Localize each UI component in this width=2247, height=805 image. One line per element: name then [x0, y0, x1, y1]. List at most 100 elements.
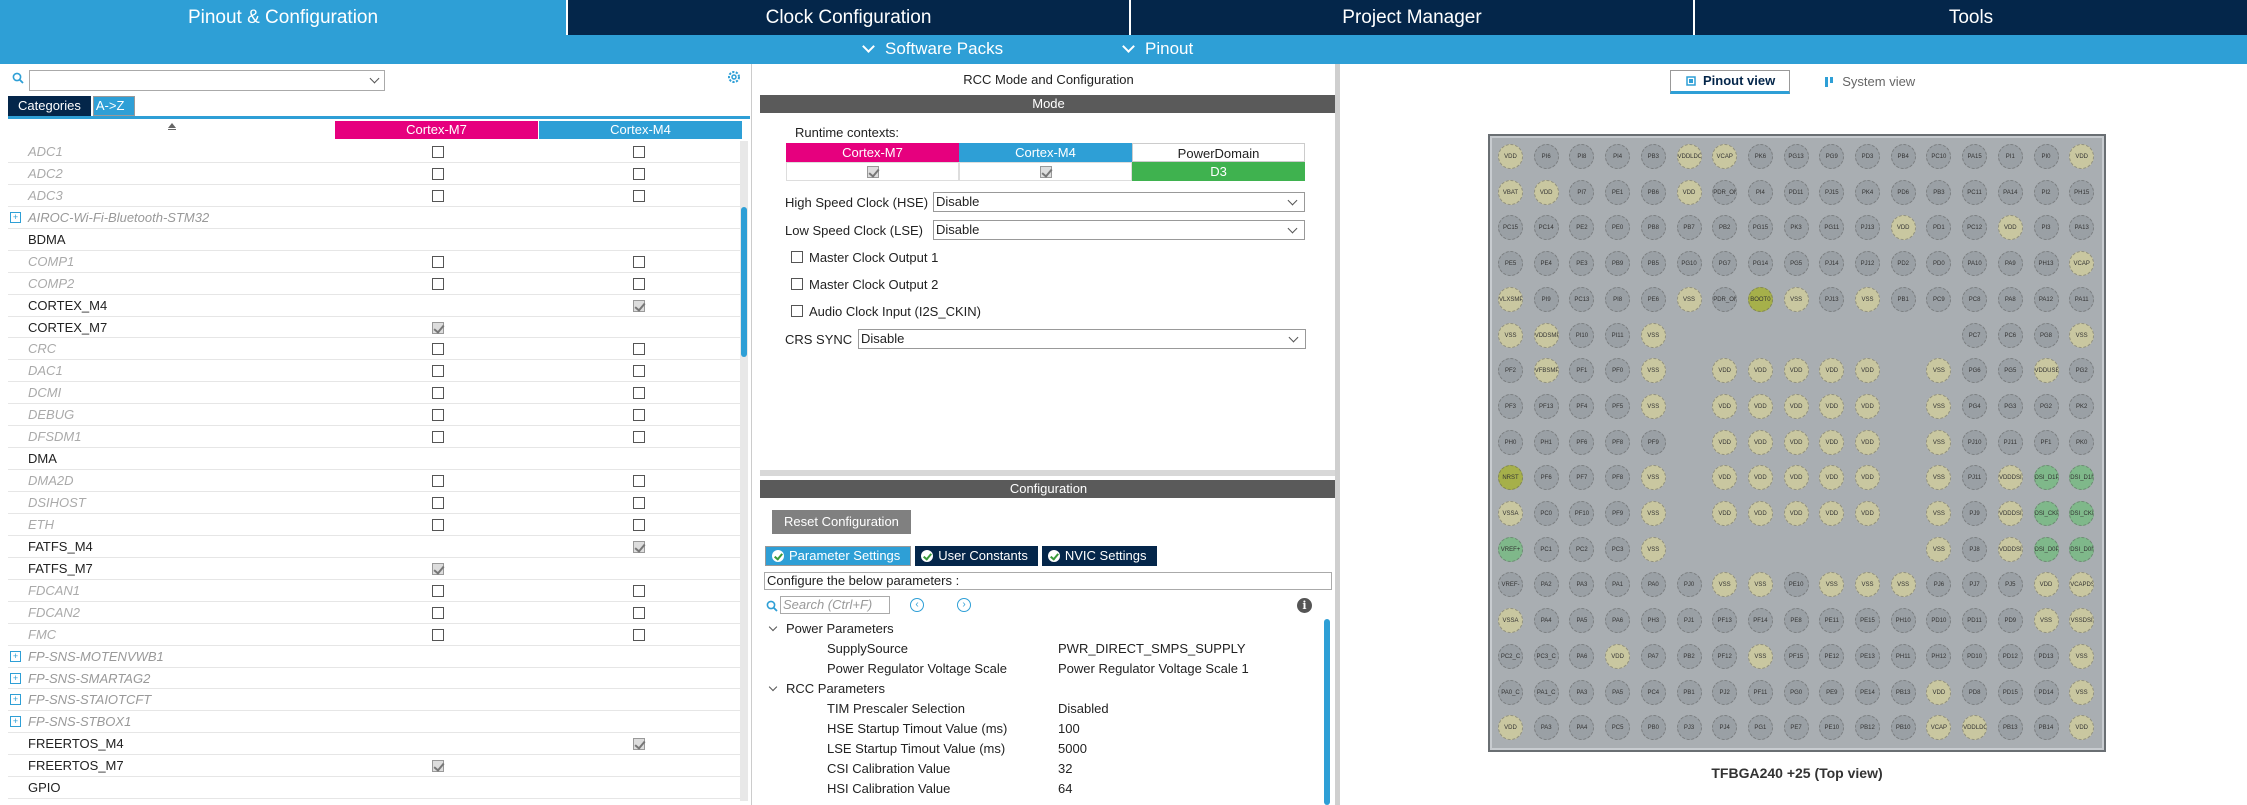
list-item[interactable]: DFSDM1: [8, 426, 740, 449]
parameter-label[interactable]: CSI Calibration Value: [827, 759, 950, 779]
list-item[interactable]: DMA: [8, 448, 740, 471]
parameter-value[interactable]: 5000: [1058, 739, 1087, 759]
pin[interactable]: PJ13: [1855, 215, 1880, 241]
pin[interactable]: PB8: [1640, 215, 1666, 241]
pin[interactable]: VDD: [1819, 429, 1845, 455]
scrollbar-thumb[interactable]: [1324, 619, 1330, 805]
pin[interactable]: VCAP: [1712, 144, 1738, 169]
pin[interactable]: PC10: [1926, 144, 1952, 169]
expand-icon[interactable]: +: [10, 650, 21, 662]
audio-clock-checkbox[interactable]: Audio Clock Input (I2S_CKIN): [791, 300, 981, 322]
pin[interactable]: PD10: [1926, 608, 1952, 634]
parameter-value[interactable]: 64: [1058, 779, 1072, 799]
cortex-m4-checkbox[interactable]: [633, 387, 645, 400]
pin[interactable]: PG11: [1819, 215, 1845, 241]
pin[interactable]: PG3: [1997, 393, 2023, 419]
pin[interactable]: VDD: [2033, 572, 2059, 598]
pin[interactable]: PD8: [1962, 679, 1988, 705]
pin[interactable]: VDDLDO: [1676, 144, 1702, 169]
cortex-m7-checkbox[interactable]: [432, 189, 444, 202]
pin[interactable]: PE4: [1533, 251, 1559, 277]
pin[interactable]: PC11: [1962, 179, 1988, 205]
pin[interactable]: PD12: [1997, 643, 2023, 669]
pin[interactable]: PD10: [1962, 643, 1988, 669]
pin[interactable]: PB14: [2033, 715, 2059, 741]
pin[interactable]: PA3: [1569, 679, 1595, 705]
pin[interactable]: PF10: [1569, 501, 1595, 526]
pin[interactable]: VDD: [1819, 393, 1845, 419]
cortex-m7-checkbox[interactable]: [432, 409, 444, 422]
cortex-m7-checkbox[interactable]: [432, 365, 444, 378]
pin[interactable]: PF12: [1712, 643, 1738, 669]
pin[interactable]: PJ9: [1962, 501, 1988, 526]
pin[interactable]: PB4: [1890, 144, 1916, 169]
pin[interactable]: VSS: [2069, 322, 2095, 348]
pin[interactable]: PB13: [1997, 715, 2023, 741]
pin[interactable]: VDD: [1498, 715, 1523, 741]
list-item[interactable]: FATFS_M7: [8, 558, 740, 580]
pin[interactable]: PC8: [1962, 286, 1988, 312]
mco2-checkbox[interactable]: Master Clock Output 2: [791, 273, 938, 295]
pin[interactable]: PC4: [1640, 679, 1666, 705]
info-icon[interactable]: i: [1297, 598, 1312, 613]
pin[interactable]: PE14: [1855, 679, 1880, 705]
pin[interactable]: VDD: [1783, 465, 1809, 491]
pin[interactable]: PF11: [1747, 679, 1773, 705]
cortex-m7-checkbox[interactable]: [432, 606, 444, 619]
pin[interactable]: VREF-: [1498, 572, 1523, 598]
pin[interactable]: PI3: [2033, 215, 2059, 241]
pin[interactable]: PC3_C: [1533, 643, 1559, 669]
pin[interactable]: VBAT: [1498, 179, 1523, 205]
list-item[interactable]: FMC: [8, 624, 740, 646]
cortex-m4-checkbox[interactable]: [633, 518, 645, 531]
pin[interactable]: VSSA: [1498, 608, 1523, 634]
pin[interactable]: PD9: [1997, 608, 2023, 634]
cortex-m4-checkbox[interactable]: [633, 431, 645, 444]
list-item[interactable]: FREERTOS_M7: [8, 755, 740, 778]
pin[interactable]: PH15: [2069, 179, 2095, 205]
pin[interactable]: VDD: [1855, 465, 1880, 491]
pin[interactable]: VDDDSI: [1997, 465, 2023, 491]
pin[interactable]: PJ12: [1855, 251, 1880, 277]
parameter-group[interactable]: Power Parameters: [768, 619, 894, 639]
pin[interactable]: PI0: [2033, 144, 2059, 169]
pin[interactable]: VDD: [1855, 429, 1880, 455]
pin[interactable]: PK2: [2069, 393, 2095, 419]
pin[interactable]: PE13: [1855, 643, 1880, 669]
list-item[interactable]: ADC1: [8, 141, 740, 163]
pin[interactable]: VDD: [1747, 465, 1773, 491]
cortex-m7-checkbox[interactable]: [432, 387, 444, 400]
cortex-m7-checkbox[interactable]: [432, 628, 444, 641]
pin[interactable]: VDD: [2069, 715, 2095, 741]
pin[interactable]: PE1: [1605, 179, 1631, 205]
parameter-label[interactable]: HSI Calibration Value: [827, 779, 950, 799]
parameter-label[interactable]: HSE Startup Timout Value (ms): [827, 719, 1007, 739]
pin[interactable]: DSI_D0N: [2069, 536, 2095, 562]
pin[interactable]: PI1: [1997, 144, 2023, 169]
pin[interactable]: VLXSMPS: [1498, 286, 1523, 312]
lse-select[interactable]: Disable: [933, 220, 1305, 240]
pin[interactable]: VCAP: [2069, 251, 2095, 277]
search-next-icon[interactable]: ›: [957, 598, 971, 612]
pin[interactable]: PF8: [1605, 429, 1631, 455]
pin[interactable]: VDD: [1498, 144, 1523, 169]
pin[interactable]: PF2: [1498, 358, 1523, 384]
pin[interactable]: PI4: [1747, 179, 1773, 205]
checkbox-box[interactable]: [791, 278, 803, 290]
pin[interactable]: VDD: [1605, 643, 1631, 669]
pin[interactable]: VSS: [1640, 465, 1666, 491]
pin[interactable]: PJ0: [1676, 572, 1702, 598]
pin[interactable]: DSI_D1P: [2033, 465, 2059, 491]
cortex-m4-checkbox[interactable]: [633, 277, 645, 290]
sort-icon[interactable]: [168, 123, 176, 128]
pin[interactable]: VSS: [2069, 679, 2095, 705]
pin[interactable]: PI9: [1533, 286, 1559, 312]
pin[interactable]: VSS: [1926, 429, 1952, 455]
chevron-down-icon[interactable]: [369, 73, 380, 84]
pin[interactable]: PH3: [1640, 608, 1666, 634]
tab-pinout-configuration[interactable]: Pinout & Configuration: [0, 0, 568, 35]
pin[interactable]: PC2: [1569, 536, 1595, 562]
cortex-m7-checkbox[interactable]: [432, 431, 444, 444]
pin[interactable]: PJ11: [1997, 429, 2023, 455]
cortex-m7-checkbox[interactable]: [432, 167, 444, 180]
